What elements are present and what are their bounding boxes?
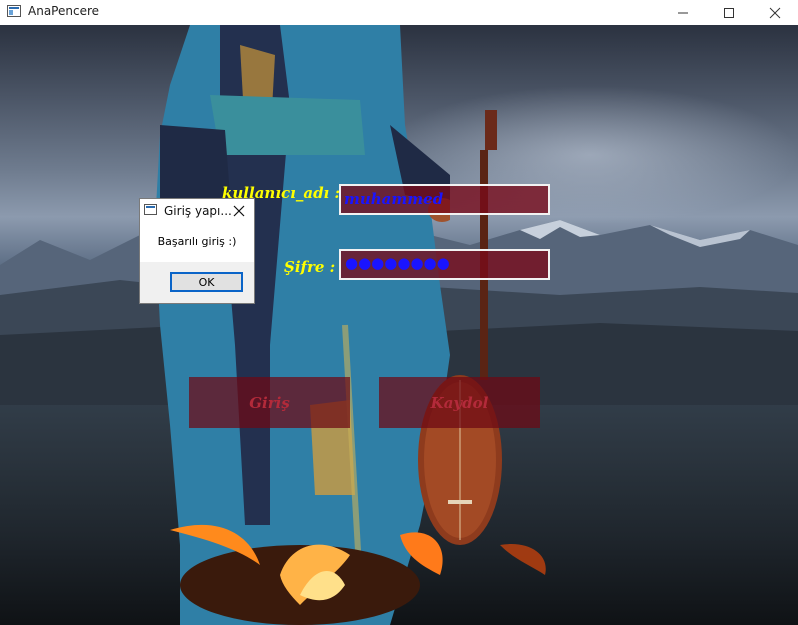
register-button[interactable]: Kaydol — [379, 377, 540, 428]
dialog-ok-button[interactable]: OK — [170, 272, 243, 292]
dialog-title: Giriş yapı... — [164, 204, 232, 218]
username-value: muhammed — [344, 190, 444, 208]
dialog-app-icon — [144, 204, 157, 215]
dialog-message: Başarılı giriş :) — [157, 235, 237, 248]
login-button-label: Giriş — [249, 393, 290, 412]
password-label: Şifre : — [284, 258, 336, 276]
username-field[interactable]: muhammed — [339, 184, 550, 215]
window-titlebar: AnaPencere — [0, 0, 798, 25]
login-button[interactable]: Giriş — [189, 377, 350, 428]
window-title: AnaPencere — [28, 4, 99, 18]
close-icon — [769, 7, 781, 18]
minimize-icon — [678, 12, 688, 13]
message-dialog: Giriş yapı... Başarılı giriş :) OK — [139, 198, 255, 304]
app-icon — [7, 5, 21, 17]
password-masked-value: ●●●●●●●● — [345, 254, 450, 272]
background-image — [0, 25, 798, 625]
dialog-body: Başarılı giriş :) — [140, 223, 254, 262]
maximize-icon — [724, 7, 734, 18]
campfire-graphic — [170, 524, 546, 625]
dialog-close-button[interactable] — [230, 202, 248, 220]
register-button-label: Kaydol — [430, 393, 489, 412]
password-field[interactable]: ●●●●●●●● — [339, 249, 550, 280]
close-icon — [233, 205, 245, 217]
close-button[interactable] — [752, 0, 798, 25]
instrument-graphic — [418, 110, 502, 545]
dialog-titlebar: Giriş yapı... — [140, 199, 254, 223]
maximize-button[interactable] — [706, 0, 752, 25]
minimize-button[interactable] — [660, 0, 706, 25]
